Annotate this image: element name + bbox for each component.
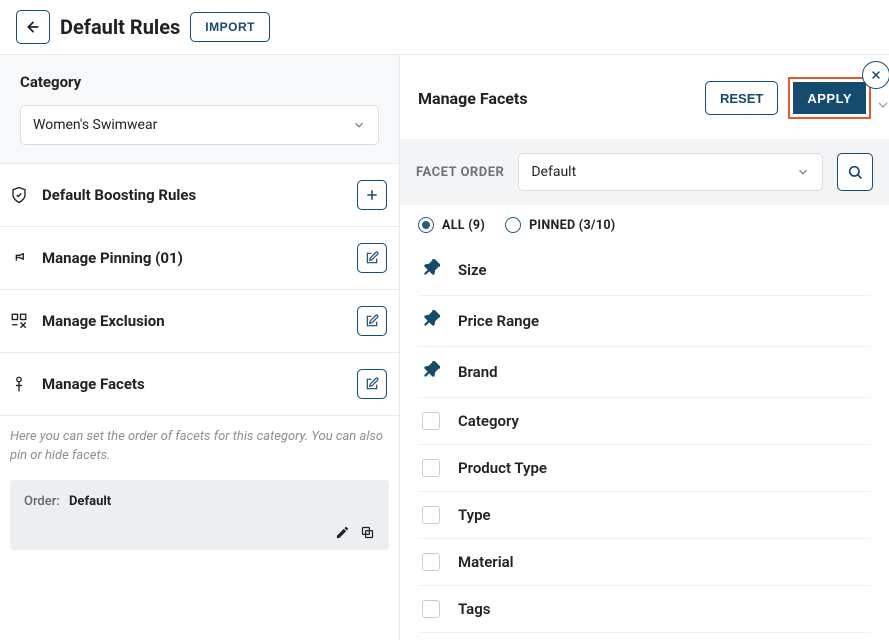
- pin-toggle[interactable]: [422, 361, 440, 383]
- order-card: Order: Default: [10, 480, 389, 550]
- edit-icon: [365, 377, 379, 391]
- pin-toggle[interactable]: [422, 310, 440, 332]
- plus-icon: [365, 188, 379, 202]
- category-select[interactable]: Women's Swimwear: [20, 105, 379, 145]
- pencil-icon[interactable]: [335, 525, 350, 540]
- panel-title: Manage Facets: [418, 89, 528, 108]
- sidebar-item-boosting[interactable]: Default Boosting Rules: [0, 164, 399, 227]
- facet-checkbox[interactable]: [422, 459, 440, 477]
- facet-item[interactable]: Category: [418, 398, 871, 445]
- facet-item[interactable]: Brand: [418, 347, 871, 398]
- category-value: Women's Swimwear: [33, 117, 157, 133]
- order-value: Default: [69, 494, 111, 509]
- sidebar-item-label: Manage Facets: [42, 375, 145, 393]
- search-button[interactable]: [837, 153, 873, 191]
- facet-name: Material: [458, 553, 514, 571]
- order-label: Order:: [24, 494, 60, 509]
- facet-name: Type: [458, 506, 491, 524]
- facet-item[interactable]: Product Type: [418, 445, 871, 492]
- pin-icon: [422, 310, 440, 328]
- page-title: Default Rules: [60, 15, 180, 39]
- pin-icon: [422, 259, 440, 277]
- facet-checkbox[interactable]: [422, 553, 440, 571]
- sidebar-item-label: Default Boosting Rules: [42, 186, 196, 204]
- facet-name: Price Range: [458, 312, 539, 330]
- facet-item[interactable]: Tags: [418, 586, 871, 633]
- facets-icon: [10, 375, 28, 393]
- help-text: Here you can set the order of facets for…: [0, 416, 399, 480]
- facet-name: Brand: [458, 363, 498, 381]
- facet-list: Size Price Range Brand Category Product Type…: [400, 245, 889, 640]
- chevron-down-icon: [796, 165, 810, 179]
- facet-checkbox[interactable]: [422, 412, 440, 430]
- edit-icon: [365, 251, 379, 265]
- facet-checkbox[interactable]: [422, 600, 440, 618]
- shield-check-icon: [10, 186, 28, 204]
- filter-pinned-label: PINNED (3/10): [529, 218, 615, 233]
- filter-all-label: ALL (9): [442, 218, 485, 233]
- facet-name: Product Type: [458, 459, 547, 477]
- facet-order-label: FACET ORDER: [416, 165, 504, 180]
- facet-item[interactable]: Size: [418, 245, 871, 296]
- facet-item[interactable]: Price Range: [418, 296, 871, 347]
- edit-exclusion-button[interactable]: [357, 306, 387, 336]
- search-icon: [847, 164, 863, 180]
- sidebar-item-facets[interactable]: Manage Facets: [0, 353, 399, 416]
- close-panel-button[interactable]: [862, 61, 889, 89]
- facet-order-select[interactable]: Default: [518, 153, 823, 191]
- facet-checkbox[interactable]: [422, 506, 440, 524]
- close-icon: [870, 69, 882, 81]
- chevron-down-icon[interactable]: [875, 97, 889, 113]
- filter-pinned[interactable]: PINNED (3/10): [505, 217, 615, 233]
- edit-facets-button[interactable]: [357, 369, 387, 399]
- facet-name: Category: [458, 412, 519, 430]
- facet-item[interactable]: grams: [418, 633, 871, 640]
- radio-icon: [505, 217, 521, 233]
- facet-name: Tags: [458, 600, 491, 618]
- sidebar-item-pinning[interactable]: Manage Pinning (01): [0, 227, 399, 290]
- arrow-left-icon: [25, 19, 41, 35]
- chevron-down-icon: [352, 118, 366, 132]
- sidebar-item-exclusion[interactable]: Manage Exclusion: [0, 290, 399, 353]
- facet-name: Size: [458, 261, 487, 279]
- pin-icon: [422, 361, 440, 379]
- pin-toggle[interactable]: [422, 259, 440, 281]
- radio-icon: [418, 217, 434, 233]
- facet-order-value: Default: [531, 164, 576, 180]
- facet-item[interactable]: Type: [418, 492, 871, 539]
- edit-pinning-button[interactable]: [357, 243, 387, 273]
- back-button[interactable]: [16, 10, 50, 44]
- category-label: Category: [20, 73, 379, 91]
- sidebar-item-label: Manage Exclusion: [42, 312, 165, 330]
- edit-icon: [365, 314, 379, 328]
- sidebar-item-label: Manage Pinning (01): [42, 249, 183, 267]
- pin-outline-icon: [10, 249, 28, 267]
- apply-button[interactable]: APPLY: [793, 82, 866, 114]
- reset-button[interactable]: RESET: [705, 81, 778, 115]
- apply-highlight: APPLY: [788, 77, 871, 119]
- filter-all[interactable]: ALL (9): [418, 217, 485, 233]
- exclusion-icon: [10, 312, 28, 330]
- add-boosting-button[interactable]: [357, 180, 387, 210]
- copy-icon[interactable]: [360, 525, 375, 540]
- import-button[interactable]: IMPORT: [190, 12, 270, 42]
- facet-item[interactable]: Material: [418, 539, 871, 586]
